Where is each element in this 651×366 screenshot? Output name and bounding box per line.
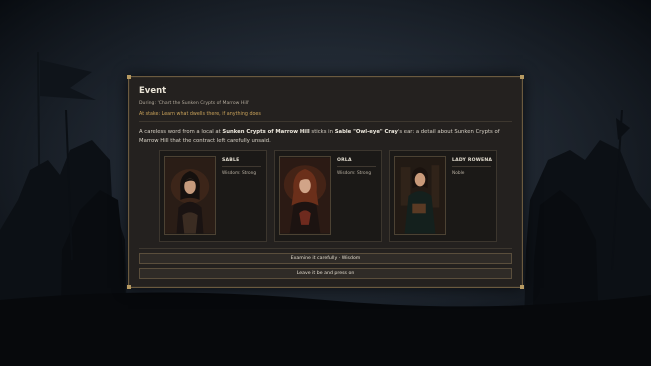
character-trait: Wisdom: Strong <box>222 171 257 176</box>
event-at-stake-text: At stake: Learn what dwells there, if an… <box>139 112 261 117</box>
divider <box>337 166 376 167</box>
examine-carefully-button[interactable]: Examine it carefully · Wisdom <box>139 253 512 264</box>
character-name: ORLA <box>337 158 352 163</box>
event-title: Event <box>139 86 167 96</box>
character-card-sable[interactable]: SABLE Wisdom: Strong <box>159 150 267 242</box>
narrative-person: Sable "Owl-eye" Cray <box>334 129 398 135</box>
leave-and-press-on-button[interactable]: Leave it be and press on <box>139 268 512 279</box>
divider <box>139 121 512 122</box>
dark-haired-woman-portrait-icon <box>164 156 216 235</box>
red-haired-woman-portrait-icon <box>279 156 331 235</box>
divider <box>452 166 491 167</box>
corner-ornament <box>127 285 131 289</box>
narrative-text: A careless word from a local at <box>139 129 223 135</box>
character-trait: Noble <box>452 171 465 176</box>
character-trait: Wisdom: Strong <box>337 171 372 176</box>
corner-ornament <box>520 285 524 289</box>
divider <box>139 248 512 249</box>
noblewoman-with-book-portrait-icon <box>394 156 446 235</box>
character-card-lady-rowena[interactable]: LADY ROWENA Noble <box>389 150 497 242</box>
character-card-orla[interactable]: ORLA Wisdom: Strong <box>274 150 382 242</box>
narrative-text: sticks in <box>309 129 335 135</box>
corner-ornament <box>127 75 131 79</box>
divider <box>222 166 261 167</box>
character-name: LADY ROWENA <box>452 158 493 163</box>
narrative-place: Sunken Crypts of Marrow Hill <box>222 129 310 135</box>
event-narrative: A careless word from a local at Sunken C… <box>139 128 514 146</box>
event-during-text: During: 'Chart the Sunken Crypts of Marr… <box>139 101 250 106</box>
character-name: SABLE <box>222 158 240 163</box>
character-cards: SABLE Wisdom: Strong ORLA Wisdom: Strong <box>159 150 498 242</box>
event-dialog: Event During: 'Chart the Sunken Crypts o… <box>127 75 524 289</box>
corner-ornament <box>520 75 524 79</box>
